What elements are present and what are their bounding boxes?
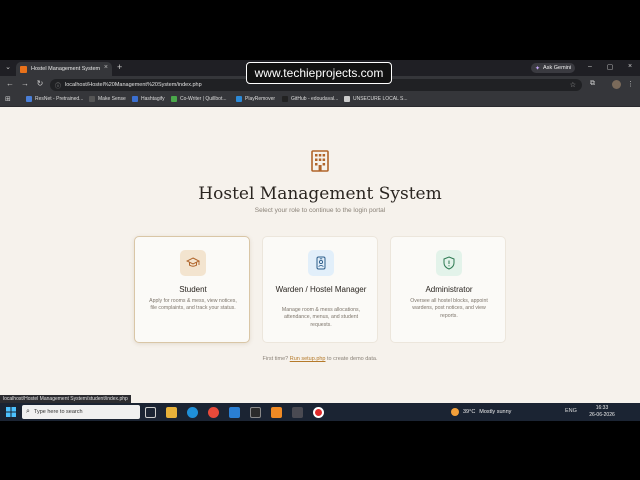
bookmark-item[interactable]: GitHub - edoudaval... <box>282 96 338 102</box>
taskbar-search-input[interactable]: ⌕ Type here to search <box>22 405 140 419</box>
warden-icon-box <box>308 250 334 276</box>
chrome-icon[interactable] <box>208 407 219 418</box>
bookmark-favicon-icon <box>171 96 177 102</box>
bookmark-item[interactable]: ResNet - Pretrained... <box>26 96 83 102</box>
ask-gemini-button[interactable]: ✦ Ask Gemini <box>531 63 575 73</box>
tab-title: Hostel Management System <box>31 66 101 72</box>
card-description: Apply for rooms & mess, view notices, fi… <box>149 298 237 312</box>
bookmark-favicon-icon <box>132 96 138 102</box>
search-icon: ⌕ <box>26 408 30 415</box>
bookmark-label: Hashtagify <box>141 96 165 102</box>
app-icon[interactable] <box>292 407 303 418</box>
weather-widget[interactable]: 39°C Mostly sunny <box>451 408 515 416</box>
clock-time: 16:33 <box>595 405 609 411</box>
bookmarks-bar: ⊞ ResNet - Pretrained... Make Sense Hash… <box>0 93 640 107</box>
extensions-icon[interactable]: ⧉ <box>590 80 595 88</box>
bookmark-label: ResNet - Pretrained... <box>35 96 84 102</box>
bookmark-favicon-icon <box>282 96 288 102</box>
bookmark-label: GitHub - edoudaval... <box>291 96 339 102</box>
shield-icon <box>443 256 455 270</box>
bookmark-item[interactable]: Hashtagify <box>132 96 165 102</box>
url-text: localhost/Hostel%20Management%20System/i… <box>65 82 202 88</box>
role-card-warden[interactable]: Warden / Hostel Manager Manage room & me… <box>262 236 378 343</box>
restore-button[interactable]: ▢ <box>604 63 616 71</box>
tab-search-button[interactable]: ⌄ <box>3 63 13 73</box>
weather-temp: 39°C <box>463 409 476 415</box>
language-indicator[interactable]: ENG <box>565 408 577 414</box>
page-title: Hostel Management System <box>198 184 442 204</box>
file-explorer-icon[interactable] <box>166 407 177 418</box>
favicon-icon <box>20 65 27 73</box>
bookmark-item[interactable]: Co-Writer | Quillbot... <box>171 96 227 102</box>
tab-close-icon[interactable]: × <box>104 64 108 71</box>
edge-icon[interactable] <box>187 407 198 418</box>
bookmark-favicon-icon <box>26 96 32 102</box>
watermark-banner: www.techieprojects.com <box>246 62 392 84</box>
bookmark-favicon-icon <box>89 96 95 102</box>
sparkle-icon: ✦ <box>535 65 541 72</box>
first-time-prefix: First time? <box>262 356 289 362</box>
close-window-button[interactable]: × <box>624 63 636 70</box>
task-view-icon[interactable] <box>145 407 156 418</box>
taskbar-clock[interactable]: 16:33 26-06-2026 <box>588 405 616 419</box>
bookmark-label: PlayRemover <box>245 96 276 102</box>
card-description: Manage room & mess allocations, attendan… <box>281 307 361 328</box>
bookmark-label: Make Sense <box>98 96 126 102</box>
search-placeholder: Type here to search <box>33 409 83 415</box>
bookmark-item[interactable]: Make Sense <box>89 96 126 102</box>
role-card-administrator[interactable]: Administrator Oversee all hostel blocks,… <box>390 236 506 343</box>
apps-icon[interactable]: ⊞ <box>5 95 11 103</box>
sun-icon <box>451 408 459 416</box>
first-time-suffix: to create demo data. <box>327 356 378 362</box>
building-icon <box>311 150 329 172</box>
weather-text: Mostly sunny <box>479 409 512 415</box>
profile-avatar[interactable] <box>612 80 621 89</box>
new-tab-button[interactable]: + <box>117 62 122 72</box>
clock-date: 26-06-2026 <box>589 412 615 418</box>
record-icon[interactable] <box>313 407 324 418</box>
windows-taskbar: ⌕ Type here to search 39°C Mostly sunny … <box>0 403 640 421</box>
bookmark-item[interactable]: PlayRemover <box>236 96 275 102</box>
forward-button[interactable]: → <box>20 79 30 88</box>
student-icon-box <box>180 250 206 276</box>
card-title: Administrator <box>425 285 473 294</box>
bookmark-star-icon[interactable]: ☆ <box>570 81 576 89</box>
reload-button[interactable]: ↻ <box>35 79 45 88</box>
xampp-icon[interactable] <box>271 407 282 418</box>
first-time-note: First time? Run setup.php to create demo… <box>0 356 640 362</box>
terminal-icon[interactable] <box>250 407 261 418</box>
bookmark-label: UNSECURE LOCAL S... <box>353 96 408 102</box>
card-title: Student <box>179 285 207 294</box>
windows-start-icon[interactable] <box>6 407 16 417</box>
page-subtitle: Select your role to continue to the logi… <box>254 207 386 214</box>
ask-gemini-label: Ask Gemini <box>543 65 572 71</box>
admin-icon-box <box>436 250 462 276</box>
bookmark-label: Co-Writer | Quillbot... <box>180 96 227 102</box>
role-card-student[interactable]: Student Apply for rooms & mess, view not… <box>134 236 250 343</box>
card-description: Oversee all hostel blocks, appoint warde… <box>410 298 488 319</box>
id-badge-icon <box>316 256 326 270</box>
vscode-icon[interactable] <box>229 407 240 418</box>
minimize-button[interactable]: – <box>584 63 596 70</box>
graduation-cap-icon <box>186 257 200 267</box>
browser-tab-active[interactable]: Hostel Management System × <box>16 62 112 76</box>
card-title: Warden / Hostel Manager <box>275 285 367 294</box>
link-status-bar: localhost/Hostel Management System/stude… <box>0 395 131 403</box>
bookmark-favicon-icon <box>236 96 242 102</box>
run-setup-link[interactable]: Run setup.php <box>290 356 326 362</box>
back-button[interactable]: ← <box>5 79 15 88</box>
bookmark-item[interactable]: UNSECURE LOCAL S... <box>344 96 408 102</box>
menu-icon[interactable]: ⋮ <box>627 80 634 88</box>
site-info-icon[interactable]: ⓘ <box>55 81 61 90</box>
bookmark-favicon-icon <box>344 96 350 102</box>
